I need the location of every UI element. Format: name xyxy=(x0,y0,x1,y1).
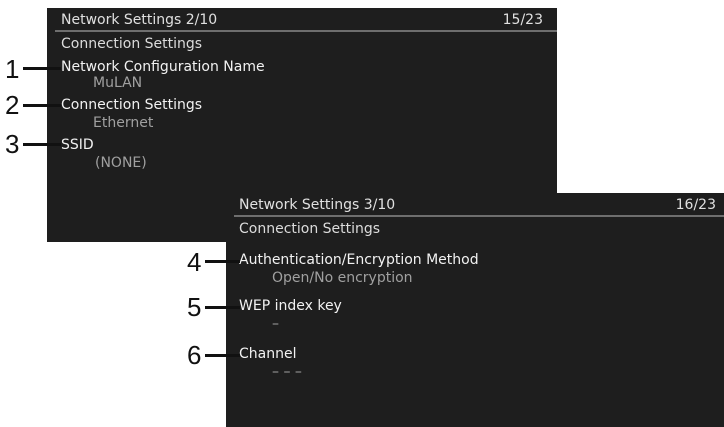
callout-number: 6 xyxy=(187,340,202,370)
wep-index-key-label[interactable]: WEP index key xyxy=(239,297,342,315)
header-divider xyxy=(55,30,557,32)
callout-leader-line xyxy=(205,306,240,309)
connection-settings-label[interactable]: Connection Settings xyxy=(61,96,202,114)
callout-leader-line xyxy=(205,260,240,263)
page-counter: 15/23 xyxy=(502,12,543,28)
callout-leader-line xyxy=(23,143,61,146)
page-title: Network Settings 3/10 xyxy=(239,197,396,213)
callout-number: 4 xyxy=(187,247,202,277)
network-settings-screen-3: Network Settings 3/10 16/23 Connection S… xyxy=(226,193,724,427)
authentication-encryption-method-value: Open/No encryption xyxy=(272,270,413,286)
network-configuration-name-label[interactable]: Network Configuration Name xyxy=(61,58,265,76)
ssid-value: (NONE) xyxy=(95,155,147,171)
callout-number: 1 xyxy=(5,54,20,84)
authentication-encryption-method-label[interactable]: Authentication/Encryption Method xyxy=(239,251,479,269)
section-title: Connection Settings xyxy=(61,36,203,52)
callout-number: 5 xyxy=(187,292,202,322)
callout-leader-line xyxy=(205,354,240,357)
page-title: Network Settings 2/10 xyxy=(61,12,218,28)
callout-leader-line xyxy=(23,104,61,107)
network-configuration-name-value: MuLAN xyxy=(93,75,143,91)
section-title: Connection Settings xyxy=(239,221,381,237)
page-counter: 16/23 xyxy=(675,197,716,213)
screen-header: Network Settings 2/10 15/23 xyxy=(61,11,543,29)
callout-number: 3 xyxy=(5,129,20,159)
screen-header: Network Settings 3/10 16/23 xyxy=(239,196,716,214)
wep-index-key-value: – xyxy=(272,316,279,332)
channel-label[interactable]: Channel xyxy=(239,345,296,363)
callout-leader-line xyxy=(23,67,61,70)
callout-number: 2 xyxy=(5,90,20,120)
channel-value: – – – xyxy=(272,364,302,380)
header-divider xyxy=(234,215,724,217)
connection-settings-value: Ethernet xyxy=(93,115,154,131)
ssid-label[interactable]: SSID xyxy=(61,136,94,154)
